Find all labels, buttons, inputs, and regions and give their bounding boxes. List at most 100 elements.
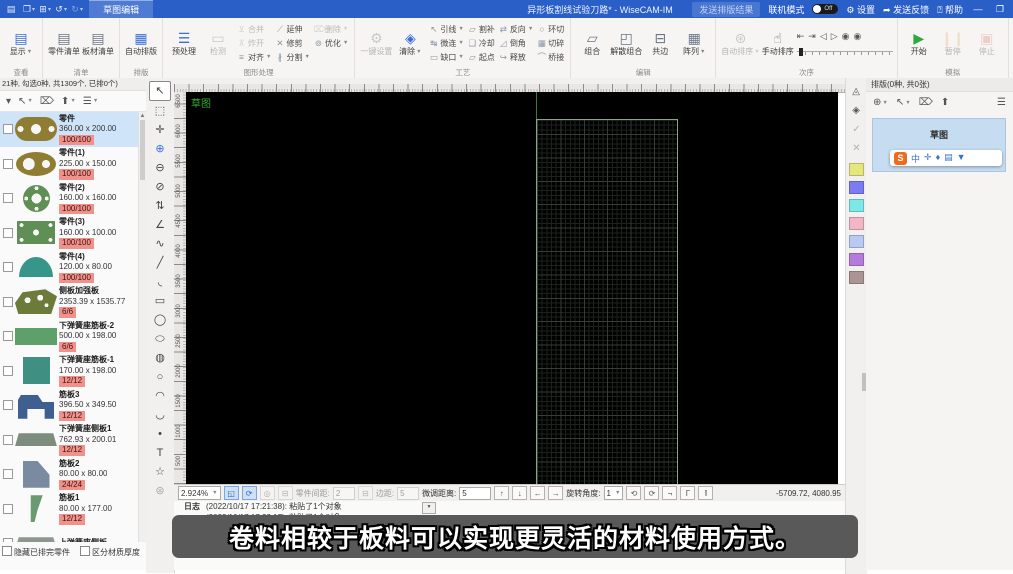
ribbon-button-冷却[interactable]: ❑冷却: [466, 36, 497, 50]
ribbon-button-删除[interactable]: ⌦删除▼: [312, 22, 350, 36]
ribbon-button-阵列[interactable]: ▦阵列▼: [677, 20, 711, 66]
parts-delete[interactable]: ⌦: [40, 96, 54, 107]
part-checkbox[interactable]: [3, 331, 13, 341]
sequence-arrow-3[interactable]: ▷: [831, 31, 838, 42]
zoom-out-icon[interactable]: ⊖: [150, 159, 170, 177]
nest-export[interactable]: ⬆: [941, 97, 949, 108]
ribbon-button-开始[interactable]: ▶开始: [902, 20, 936, 66]
ime-tool-icon-1[interactable]: ✛: [924, 152, 932, 165]
ime-toolbar[interactable]: S 中✛♦▤▼: [890, 150, 1002, 166]
ribbon-button-组合[interactable]: ▱组合: [575, 20, 609, 66]
part-checkbox[interactable]: [3, 124, 13, 134]
ribbon-button-微连[interactable]: ↹微连▼: [427, 36, 465, 50]
color-swatch-1[interactable]: [849, 181, 864, 194]
ribbon-button-起点[interactable]: ▱起点: [466, 50, 497, 64]
parts-select-tool[interactable]: ↖▼: [18, 96, 33, 107]
measure-distance-icon[interactable]: ⇅: [150, 197, 170, 215]
gear-tool-icon[interactable]: ⊛: [150, 482, 170, 500]
nudge-down-button[interactable]: ↓: [512, 486, 527, 500]
ribbon-button-停止[interactable]: ▣停止: [970, 20, 1004, 66]
part-list-item[interactable]: 下弹簧座筋板-2500.00 x 198.006/6: [0, 319, 146, 354]
online-mode-toggle[interactable]: Off: [812, 4, 838, 14]
ribbon-button-反向[interactable]: ⇄反向▼: [497, 22, 535, 36]
ribbon-button-引线[interactable]: ↖引线▼: [427, 22, 465, 36]
part-checkbox[interactable]: [3, 228, 13, 238]
ribbon-button-炸开[interactable]: ⊼炸开: [235, 36, 273, 50]
send-nest-result-button[interactable]: 发送排版结果: [692, 2, 760, 17]
sequence-slider[interactable]: [797, 48, 893, 56]
margin-input[interactable]: 5: [397, 487, 419, 500]
color-swatch-2[interactable]: [849, 199, 864, 212]
part-checkbox[interactable]: [3, 504, 13, 514]
nudge-left-button[interactable]: ←: [530, 486, 545, 500]
sequence-arrow-1[interactable]: ⇥: [808, 31, 816, 42]
part-checkbox[interactable]: [3, 538, 13, 542]
rotate-angle-select[interactable]: 1▼: [604, 486, 624, 500]
nudge-input[interactable]: 5: [459, 487, 491, 500]
ribbon-button-零件清单[interactable]: ▤零件清单: [47, 20, 81, 66]
redo-icon[interactable]: ↻: [67, 4, 83, 15]
ribbon-button-修剪[interactable]: ✕修剪: [273, 36, 311, 50]
ribbon-button-分割[interactable]: ∦分割▼: [273, 50, 311, 64]
collapse-button[interactable]: ⊟: [278, 486, 293, 500]
part-checkbox[interactable]: [3, 193, 13, 203]
ribbon-button-解散组合[interactable]: ◰解散组合: [609, 20, 643, 66]
ime-tool-icon-4[interactable]: ▼: [957, 152, 966, 165]
ribbon-button-手动排序[interactable]: ☝手动排序: [761, 20, 795, 66]
part-list-item[interactable]: 侧板加强板2353.39 x 1535.776/6: [0, 285, 146, 320]
part-checkbox[interactable]: [3, 262, 13, 272]
ellipse-icon[interactable]: ⬭: [150, 330, 170, 348]
panel-menu-icon[interactable]: ☰: [997, 97, 1006, 108]
part-checkbox[interactable]: [3, 469, 13, 479]
part-checkbox[interactable]: [3, 400, 13, 410]
color-swatch-3[interactable]: [849, 217, 864, 230]
part-list-item[interactable]: 筋板3396.50 x 349.5012/12: [0, 388, 146, 423]
measure-angle-icon[interactable]: ∠: [150, 216, 170, 234]
ribbon-button-预处理[interactable]: ☰预处理: [167, 20, 201, 66]
ribbon-button-一键设置[interactable]: ⚙一键设置: [359, 20, 393, 66]
ribbon-button-延伸[interactable]: ⟋延伸: [273, 22, 311, 36]
minimize-button[interactable]: —: [971, 4, 985, 14]
ribbon-button-缺口[interactable]: ▭缺口▼: [427, 50, 465, 64]
part-list-item[interactable]: 零件(1)225.00 x 150.00100/100: [0, 147, 146, 182]
arc-down-icon[interactable]: ◡: [150, 406, 170, 424]
refresh-view-button[interactable]: ⟳: [242, 486, 257, 500]
part-list-item[interactable]: 零件360.00 x 200.00100/100: [0, 112, 146, 147]
select-cursor-icon[interactable]: ↖: [149, 81, 171, 101]
nest-delete[interactable]: ⌦: [919, 97, 933, 108]
ime-tool-icon-3[interactable]: ▤: [944, 152, 953, 165]
nest-add[interactable]: ⊕▼: [873, 97, 888, 108]
help-button[interactable]: ⍰ 帮助: [937, 3, 963, 16]
nest-select[interactable]: ↖▼: [896, 97, 911, 108]
spline-icon[interactable]: ∿: [150, 235, 170, 253]
arc-icon[interactable]: ◟: [150, 273, 170, 291]
ribbon-button-自动排版[interactable]: ▦自动排版: [124, 20, 158, 66]
part-list-item[interactable]: 零件(3)160.00 x 100.00100/100: [0, 216, 146, 251]
blob-icon[interactable]: ◍: [150, 349, 170, 367]
ribbon-button-切碎[interactable]: ▦切碎: [535, 36, 566, 50]
ribbon-button-清除[interactable]: ◈清除▼: [393, 20, 427, 66]
ribbon-button-优化[interactable]: ⊚优化▼: [312, 36, 350, 50]
color-swatch-5[interactable]: [849, 253, 864, 266]
parts-export[interactable]: ⬆▼: [61, 96, 76, 107]
part-list-item[interactable]: 筋板180.00 x 177.0012/12: [0, 492, 146, 527]
color-swatch-6[interactable]: [849, 271, 864, 284]
ribbon-button-检测[interactable]: ▭检测: [201, 20, 235, 66]
rect-icon[interactable]: ▭: [150, 292, 170, 310]
ribbon-button-板材清单[interactable]: ▤板材清单: [81, 20, 115, 66]
color-swatch-0[interactable]: [849, 163, 864, 176]
ribbon-button-暂停[interactable]: ❙❙暂停: [936, 20, 970, 66]
confirm-icon[interactable]: ✓: [852, 120, 860, 139]
part-checkbox[interactable]: [3, 159, 13, 169]
part-list-item[interactable]: 下弹簧座筋板-1170.00 x 198.0012/12: [0, 354, 146, 389]
ribbon-button-对齐[interactable]: ≡对齐▼: [235, 50, 273, 64]
hide-nested-parts-checkbox[interactable]: 隐藏已排完零件: [2, 546, 70, 558]
point-icon[interactable]: •: [150, 425, 170, 443]
sequence-arrow-4[interactable]: ◉: [842, 31, 850, 42]
parts-sort[interactable]: ☰▼: [83, 96, 98, 107]
arc-up-icon[interactable]: ◠: [150, 387, 170, 405]
part-list-item[interactable]: 零件(4)120.00 x 80.00100/100: [0, 250, 146, 285]
snap-shape-icon[interactable]: ◬: [852, 82, 860, 101]
part-list-item[interactable]: 下弹簧座侧板1762.93 x 200.0112/12: [0, 423, 146, 458]
fit-view-button[interactable]: ◱: [224, 486, 239, 500]
